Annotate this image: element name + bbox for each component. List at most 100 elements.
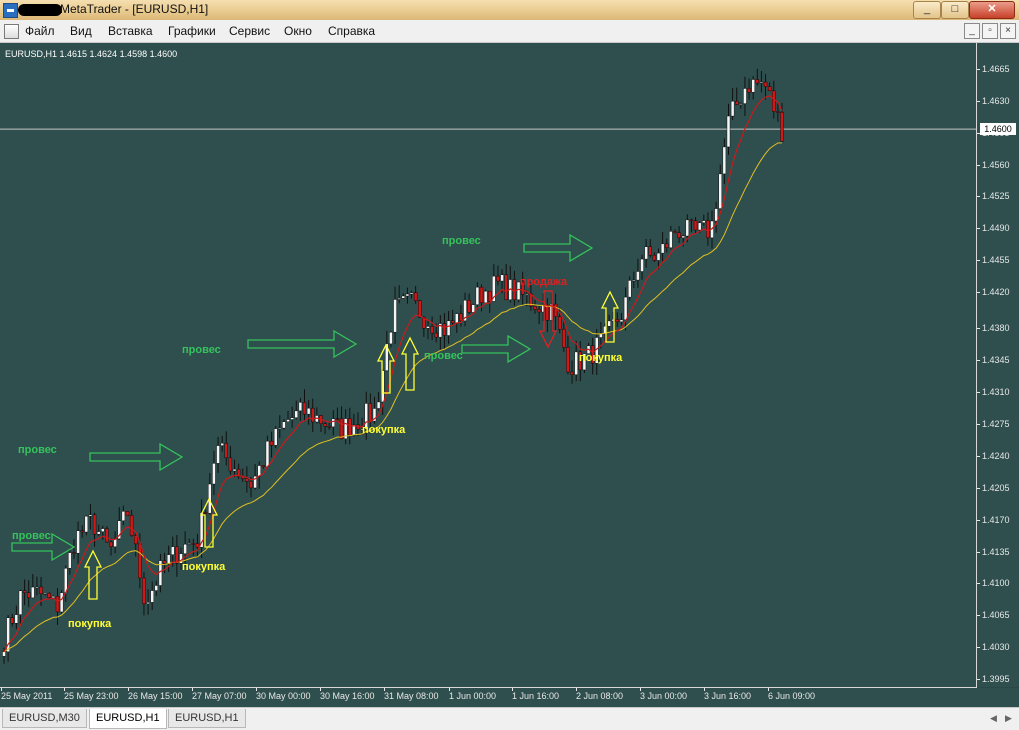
provis-arrow: [461, 334, 532, 364]
bear-candle: [269, 440, 274, 446]
maximize-button[interactable]: □: [941, 1, 969, 19]
bear-candle: [26, 592, 31, 599]
bear-candle: [442, 323, 447, 336]
bear-candle: [479, 286, 484, 303]
app-icon[interactable]: [3, 3, 18, 18]
price-axis[interactable]: 1.46651.46301.45951.45601.45251.44901.44…: [977, 43, 1019, 687]
price-tick-label: 1.4135: [977, 546, 1010, 557]
time-tick-label: 30 May 16:00: [320, 688, 375, 701]
mdi-close-button[interactable]: ×: [1000, 23, 1016, 39]
time-tick-label: 25 May 23:00: [64, 688, 119, 701]
tab-eurusd-m30[interactable]: EURUSD,M30: [2, 709, 87, 728]
bull-candle: [656, 252, 661, 261]
bear-candle: [55, 596, 60, 613]
minimize-button[interactable]: _: [913, 1, 941, 19]
time-tick-label: 27 May 07:00: [192, 688, 247, 701]
bear-candle: [125, 511, 130, 516]
mdi-restore-button[interactable]: ▫: [982, 23, 998, 39]
bear-candle: [459, 313, 463, 322]
time-tick-label: 26 May 15:00: [128, 688, 183, 701]
bull-candle: [483, 290, 488, 303]
price-tick-label: 1.4100: [977, 578, 1010, 589]
time-tick-label: 3 Jun 00:00: [640, 688, 688, 701]
tabs-scroll-right-icon[interactable]: ▶: [1005, 713, 1012, 724]
bull-candle: [397, 298, 401, 300]
bear-candle: [677, 232, 681, 239]
mdi-minimize-button[interactable]: _: [964, 23, 980, 39]
bull-candle: [660, 243, 665, 254]
buy-arrow: [600, 290, 620, 343]
bear-candle: [467, 299, 471, 313]
price-tick-label: 1.4310: [977, 387, 1010, 398]
time-tick-label: 6 Jun 09:00: [768, 688, 816, 701]
buy-label: покупка: [68, 618, 112, 630]
bear-candle: [204, 512, 208, 514]
bear-candle: [195, 543, 200, 548]
close-button[interactable]: ✕: [969, 1, 1015, 19]
bear-candle: [92, 514, 97, 535]
bear-candle: [249, 481, 253, 489]
bull-candle: [265, 440, 270, 467]
price-tick-label: 1.4240: [977, 450, 1010, 461]
time-axis[interactable]: 25 May 2011 25 May 23:00 26 May 15:00 27 Ma…: [0, 688, 1019, 707]
bull-candle: [88, 514, 93, 517]
menu-window[interactable]: Окно: [284, 24, 312, 38]
time-tick-label: 31 May 08:00: [384, 688, 439, 701]
chart-plot-area[interactable]: провес провес провес провес провес покупка пок…: [0, 43, 976, 687]
bear-candle: [47, 593, 51, 598]
bull-candle: [739, 103, 743, 105]
bull-candle: [475, 286, 480, 305]
bear-candle: [368, 403, 373, 422]
tab-eurusd-h1-active[interactable]: EURUSD,H1: [89, 709, 167, 729]
menu-bar: Файл Вид Вставка Графики Сервис Окно Спр…: [0, 20, 1019, 43]
bear-candle: [261, 465, 266, 467]
menu-file[interactable]: Файл: [25, 24, 55, 38]
tabs-scroll-left-icon[interactable]: ◀: [990, 713, 997, 724]
chart-window-icon[interactable]: [4, 24, 19, 39]
price-tick-label: 1.4560: [977, 159, 1010, 170]
bull-candle: [273, 428, 278, 446]
menu-charts[interactable]: Графики: [168, 24, 216, 38]
bull-candle: [405, 293, 410, 297]
price-tick-label: 1.4665: [977, 64, 1010, 74]
bull-candle: [278, 427, 282, 430]
bull-candle: [154, 585, 159, 591]
bear-candle: [142, 577, 146, 604]
price-tick-label: 1.4630: [977, 95, 1010, 106]
bear-candle: [772, 90, 776, 112]
menu-help[interactable]: Справка: [328, 24, 375, 38]
bull-candle: [68, 552, 72, 569]
bear-candle: [129, 515, 134, 536]
bull-candle: [455, 313, 459, 324]
bull-candle: [669, 231, 673, 248]
provis-label: провес: [424, 350, 463, 362]
bear-candle: [224, 442, 228, 459]
bear-candle: [430, 326, 434, 334]
bull-candle: [59, 592, 64, 613]
bull-candle: [574, 351, 578, 375]
bull-candle: [623, 296, 628, 321]
bear-candle: [418, 300, 422, 318]
bull-candle: [2, 651, 6, 657]
bear-candle: [134, 535, 138, 545]
price-tick-label: 1.4205: [977, 482, 1010, 493]
bear-candle: [553, 303, 558, 318]
bull-candle: [14, 614, 19, 624]
bull-candle: [644, 246, 648, 260]
bear-candle: [245, 478, 249, 482]
price-chart: провес провес провес провес провес покупка пок…: [0, 68, 976, 664]
bull-candle: [282, 421, 286, 429]
bull-candle: [743, 88, 747, 104]
redacted-title-region: [18, 4, 62, 16]
menu-view[interactable]: Вид: [70, 24, 92, 38]
menu-insert[interactable]: Вставка: [108, 24, 153, 38]
bull-candle: [599, 333, 603, 338]
bull-candle: [220, 442, 224, 446]
chart-tabs-bar: EURUSD,M30 EURUSD,H1 EURUSD,H1 ◀ ▶: [0, 707, 1019, 730]
bull-candle: [759, 81, 764, 84]
tab-eurusd-h1[interactable]: EURUSD,H1: [168, 709, 246, 728]
bear-candle: [566, 347, 570, 373]
bull-candle: [627, 280, 632, 298]
bear-candle: [450, 320, 455, 324]
menu-tools[interactable]: Сервис: [229, 24, 270, 38]
